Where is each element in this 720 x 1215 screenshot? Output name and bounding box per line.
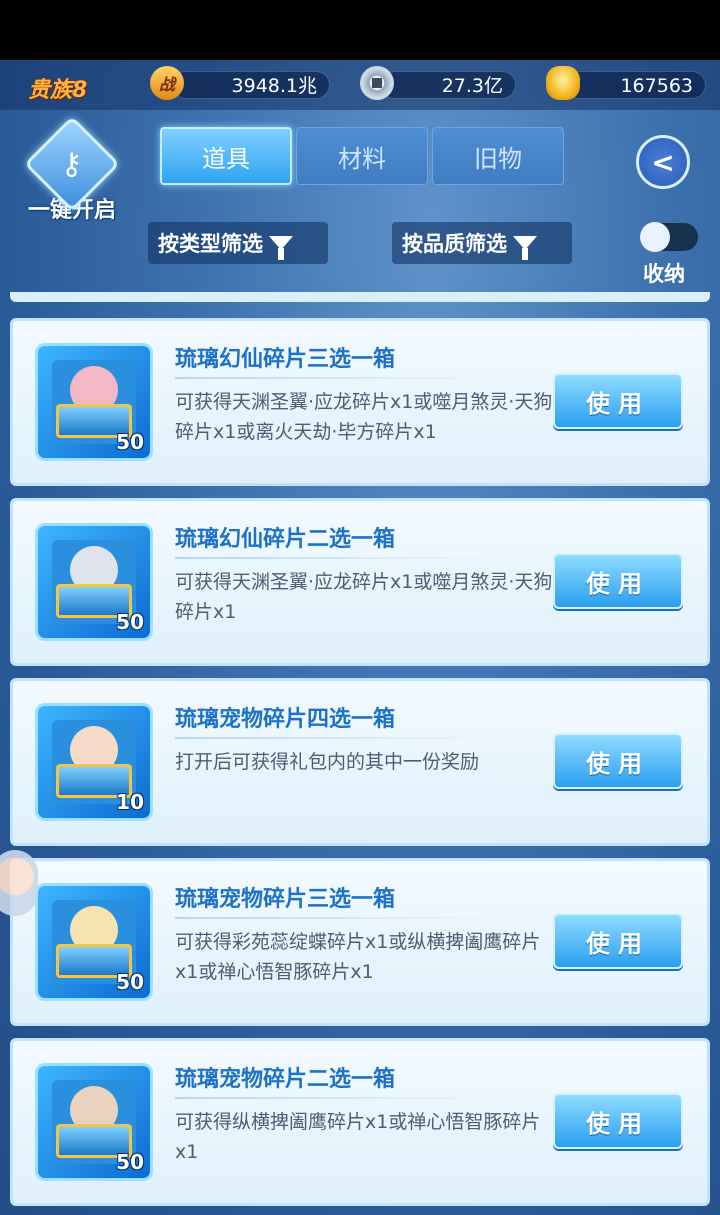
item-card: 10 琉璃宠物碎片四选一箱 打开后可获得礼包内的其中一份奖励 使用 — [10, 678, 710, 846]
tab-materials[interactable]: 材料 — [296, 127, 428, 185]
battle-power-value: 3948.1兆 — [172, 71, 330, 99]
item-card: 50 琉璃幻仙碎片三选一箱 可获得天渊圣翼·应龙碎片x1或噬月煞灵·天狗碎片x1… — [10, 318, 710, 486]
category-tabs: 道具 材料 旧物 — [160, 127, 564, 185]
vip-level: 贵族8 — [28, 78, 88, 103]
resource-bar: 贵族8 3948.1兆 战 27.3亿 167563 — [0, 60, 720, 110]
use-button[interactable]: 使用 — [553, 913, 683, 969]
item-description: 可获得天渊圣翼·应龙碎片x1或噬月煞灵·天狗碎片x1 — [175, 571, 553, 623]
funnel-icon — [513, 236, 537, 260]
filter-by-quality-button[interactable]: 按品质筛选 — [392, 222, 572, 264]
item-description: 可获得彩苑蕊绽蝶碎片x1或纵横捭阖鹰碎片x1或禅心悟智豚碎片x1 — [175, 931, 541, 983]
back-button[interactable]: < — [636, 135, 690, 189]
collapse-toggle[interactable] — [640, 222, 698, 252]
list-top-edge — [10, 292, 710, 302]
collapse-label: 收纳 — [643, 262, 685, 286]
item-icon: 50 — [35, 883, 153, 1001]
filter-by-type-label: 按类型筛选 — [158, 232, 263, 256]
gold-ingot-icon — [546, 66, 580, 100]
coin-icon — [360, 66, 394, 100]
chevron-left-icon: < — [651, 145, 675, 179]
item-card: 50 琉璃宠物碎片二选一箱 可获得纵横捭阖鹰碎片x1或禅心悟智豚碎片x1 使用 — [10, 1038, 710, 1206]
item-count: 10 — [116, 790, 144, 814]
item-list[interactable]: 50 琉璃幻仙碎片三选一箱 可获得天渊圣翼·应龙碎片x1或噬月煞灵·天狗碎片x1… — [6, 292, 714, 1215]
item-title: 琉璃宠物碎片四选一箱 — [175, 707, 396, 732]
status-bar — [0, 0, 720, 60]
funnel-icon — [269, 236, 293, 260]
divider — [175, 377, 495, 379]
use-button[interactable]: 使用 — [553, 1093, 683, 1149]
item-description: 可获得天渊圣翼·应龙碎片x1或噬月煞灵·天狗碎片x1或离火天劫·毕方碎片x1 — [175, 391, 553, 443]
item-icon: 50 — [35, 343, 153, 461]
item-description: 可获得纵横捭阖鹰碎片x1或禅心悟智豚碎片x1 — [175, 1111, 541, 1163]
one-key-open-button[interactable]: ⚷ 一键开启 — [23, 115, 121, 224]
use-button[interactable]: 使用 — [553, 373, 683, 429]
item-count: 50 — [116, 1150, 144, 1174]
divider — [175, 557, 495, 559]
use-button[interactable]: 使用 — [553, 733, 683, 789]
item-title: 琉璃宠物碎片二选一箱 — [175, 1067, 396, 1092]
item-icon: 50 — [35, 1063, 153, 1181]
item-title: 琉璃幻仙碎片三选一箱 — [175, 347, 396, 372]
item-icon: 10 — [35, 703, 153, 821]
item-title: 琉璃幻仙碎片二选一箱 — [175, 527, 396, 552]
gold-ingot-value: 167563 — [566, 71, 706, 99]
item-card: 50 琉璃宠物碎片三选一箱 可获得彩苑蕊绽蝶碎片x1或纵横捭阖鹰碎片x1或禅心悟… — [10, 858, 710, 1026]
filter-by-quality-label: 按品质筛选 — [402, 232, 507, 256]
toggle-knob — [640, 222, 670, 252]
divider — [175, 917, 495, 919]
item-title: 琉璃宠物碎片三选一箱 — [175, 887, 396, 912]
item-count: 50 — [116, 430, 144, 454]
divider — [175, 1097, 495, 1099]
coin-value: 27.3亿 — [380, 71, 516, 99]
item-count: 50 — [116, 970, 144, 994]
battle-power-icon: 战 — [150, 66, 184, 100]
filter-by-type-button[interactable]: 按类型筛选 — [148, 222, 328, 264]
item-icon: 50 — [35, 523, 153, 641]
tab-props[interactable]: 道具 — [160, 127, 292, 185]
item-card: 50 琉璃幻仙碎片二选一箱 可获得天渊圣翼·应龙碎片x1或噬月煞灵·天狗碎片x1… — [10, 498, 710, 666]
tab-old-items[interactable]: 旧物 — [432, 127, 564, 185]
item-description: 打开后可获得礼包内的其中一份奖励 — [175, 751, 480, 773]
divider — [175, 737, 495, 739]
bag-screen: 贵族8 3948.1兆 战 27.3亿 167563 ⚷ 一键开启 道具 材料 … — [0, 60, 720, 1215]
item-count: 50 — [116, 610, 144, 634]
floating-assistant-icon[interactable] — [0, 850, 38, 916]
use-button[interactable]: 使用 — [553, 553, 683, 609]
